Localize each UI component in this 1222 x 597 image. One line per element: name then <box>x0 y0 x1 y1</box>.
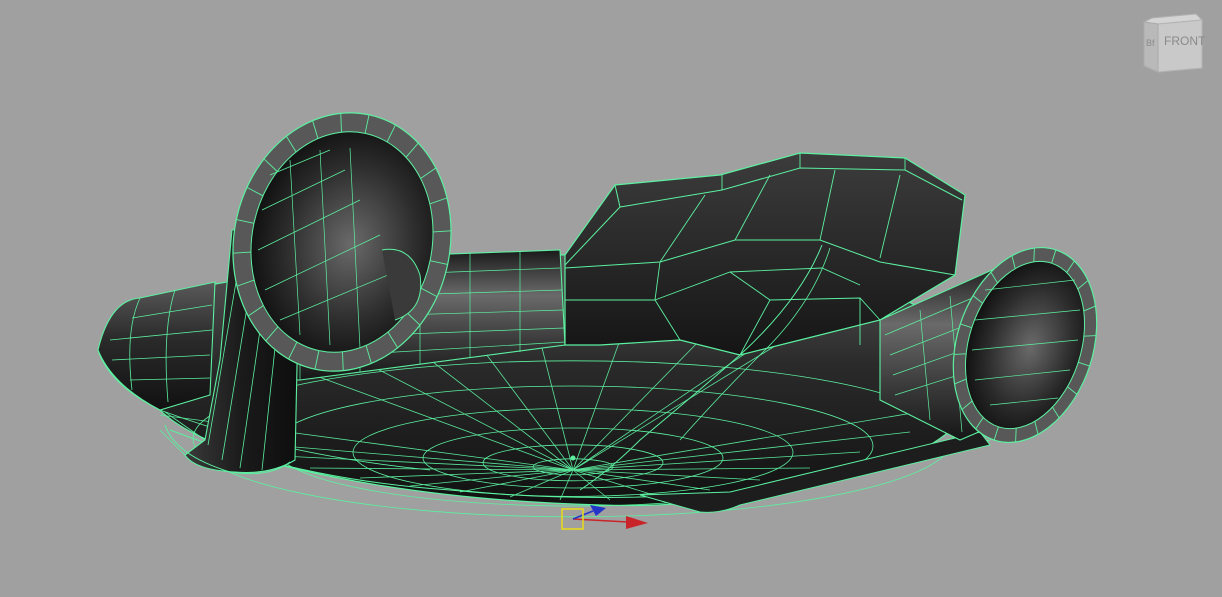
view-cube-side-label: Bf <box>1146 38 1155 48</box>
left-nose-mesh[interactable] <box>97 281 216 411</box>
mesh-scene[interactable] <box>0 0 1222 597</box>
3d-viewport[interactable]: FRONT Bf <box>0 0 1222 597</box>
view-cube-front-label: FRONT <box>1164 34 1206 48</box>
pole-marker <box>570 455 576 461</box>
view-cube-icon[interactable]: FRONT Bf <box>1140 10 1206 76</box>
view-cube[interactable]: FRONT Bf <box>1140 10 1206 76</box>
x-axis-arrow-icon[interactable] <box>626 516 648 529</box>
